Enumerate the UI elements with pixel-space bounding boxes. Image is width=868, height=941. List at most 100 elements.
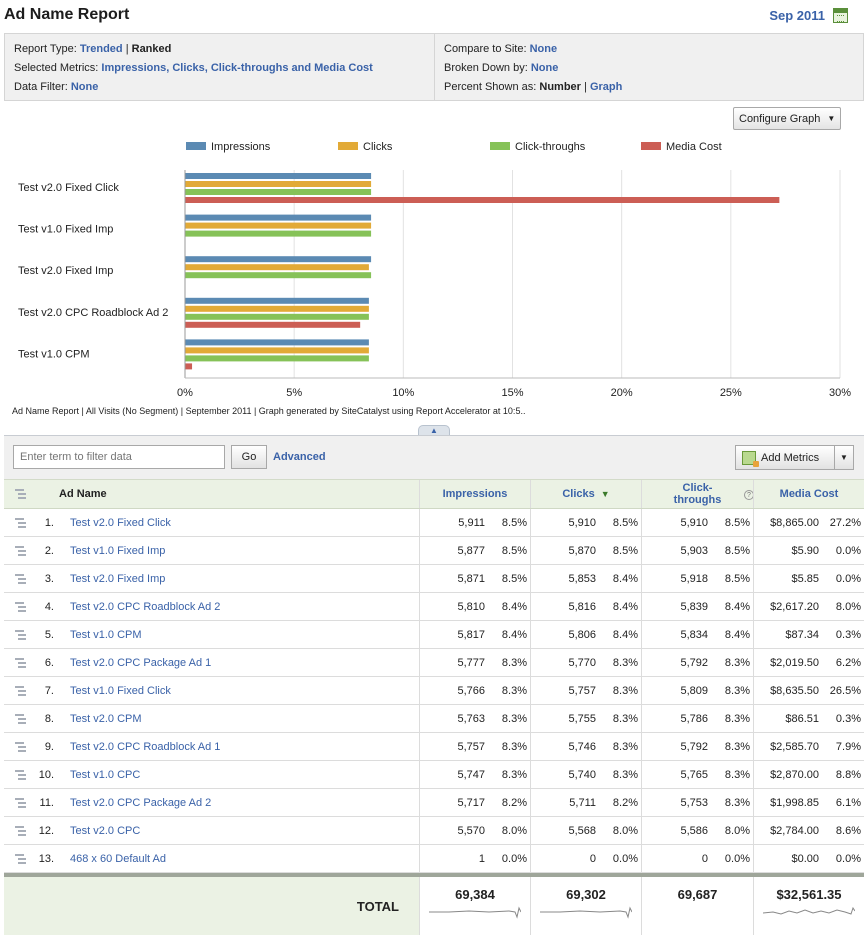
chevron-down-icon: ▼ bbox=[827, 114, 836, 123]
tree-breakdown-icon[interactable] bbox=[15, 770, 26, 780]
col-header-ad-name[interactable]: Ad Name bbox=[59, 480, 107, 508]
tree-breakdown-icon[interactable] bbox=[15, 546, 26, 556]
percent-shown-graph-link[interactable]: Graph bbox=[590, 81, 622, 93]
cell-ct: 5,792 bbox=[641, 733, 712, 760]
col-header-click-throughs-line1: Click- bbox=[682, 482, 713, 494]
table-row: 13. 468 x 60 Default Ad 1 0.0% 0 0.0% 0 0.0% $0.… bbox=[4, 845, 864, 873]
bar bbox=[185, 272, 372, 279]
bar bbox=[185, 297, 369, 304]
bar bbox=[185, 222, 372, 229]
total-impressions-value: 69,384 bbox=[455, 887, 495, 902]
table-total-row: TOTAL 69,384 69,302 69,687 $32,561.35 bbox=[4, 873, 864, 935]
filter-input[interactable] bbox=[13, 445, 225, 469]
configure-graph-button[interactable]: Configure Graph ▼ bbox=[733, 107, 841, 130]
row-ad-name: Test v2.0 CPC Roadblock Ad 2 bbox=[70, 593, 220, 620]
col-header-clicks-label: Clicks bbox=[562, 488, 595, 500]
tree-breakdown-icon[interactable] bbox=[15, 518, 26, 528]
cell-clk-pct: 8.4% bbox=[612, 628, 638, 641]
add-metrics-button[interactable]: Add Metrics ▼ bbox=[735, 445, 854, 470]
compare-site-link[interactable]: None bbox=[530, 43, 558, 55]
tree-breakdown-icon[interactable] bbox=[15, 714, 26, 724]
selected-metrics-label: Selected Metrics: bbox=[14, 62, 102, 74]
broken-down-line: Broken Down by: None bbox=[444, 59, 863, 78]
bar bbox=[185, 264, 369, 271]
tree-breakdown-icon[interactable] bbox=[15, 826, 26, 836]
ad-name-link[interactable]: Test v1.0 CPM bbox=[70, 629, 142, 641]
add-metrics-main[interactable]: Add Metrics bbox=[736, 446, 835, 469]
table-header-row: Ad Name Impressions Clicks ▼ Click- throu… bbox=[4, 479, 864, 509]
ad-name-link[interactable]: Test v2.0 CPM bbox=[70, 713, 142, 725]
cell-clk-pct: 8.3% bbox=[612, 656, 638, 669]
col-header-impressions[interactable]: Impressions bbox=[419, 480, 530, 508]
ad-name-link[interactable]: Test v1.0 Fixed Click bbox=[70, 685, 171, 697]
ad-name-link[interactable]: Test v1.0 CPC bbox=[70, 769, 140, 781]
tree-breakdown-icon[interactable] bbox=[15, 798, 26, 808]
total-clicks: 69,302 bbox=[530, 877, 641, 935]
row-rank: 11. bbox=[39, 796, 54, 809]
row-ad-name: Test v2.0 CPC Package Ad 2 bbox=[70, 789, 211, 816]
cell-ct: 5,786 bbox=[641, 705, 712, 732]
bar bbox=[185, 197, 780, 203]
ad-name-link[interactable]: Test v2.0 CPC Roadblock Ad 2 bbox=[70, 601, 220, 613]
date-range-link[interactable]: Sep 2011 bbox=[769, 8, 825, 23]
table-row: 7. Test v1.0 Fixed Click 5,766 8.3% 5,757 8.3… bbox=[4, 677, 864, 705]
broken-down-link[interactable]: None bbox=[531, 62, 559, 74]
tree-breakdown-icon[interactable] bbox=[15, 602, 26, 612]
col-header-click-throughs[interactable]: Click- throughs bbox=[641, 480, 753, 508]
cell-imp: 5,817 bbox=[419, 621, 489, 648]
selected-metrics-link[interactable]: Impressions, Clicks, Click-throughs and … bbox=[101, 62, 372, 74]
col-header-media-cost[interactable]: Media Cost bbox=[753, 480, 864, 508]
ad-name-link[interactable]: 468 x 60 Default Ad bbox=[70, 853, 166, 865]
ad-name-link[interactable]: Test v2.0 CPC Roadblock Ad 1 bbox=[70, 741, 220, 753]
cell-ct: 5,586 bbox=[641, 817, 712, 844]
table-row: 1. Test v2.0 Fixed Click 5,911 8.5% 5,910 8.5… bbox=[4, 509, 864, 537]
ad-name-link[interactable]: Test v2.0 Fixed Imp bbox=[70, 573, 165, 585]
cell-imp: 5,763 bbox=[419, 705, 489, 732]
cell-clk-pct: 8.5% bbox=[612, 544, 638, 557]
ad-name-link[interactable]: Test v2.0 CPC Package Ad 1 bbox=[70, 657, 211, 669]
bar bbox=[185, 313, 369, 320]
cell-clk: 5,910 bbox=[530, 509, 600, 536]
ad-name-link[interactable]: Test v1.0 Fixed Imp bbox=[70, 545, 165, 557]
x-tick-label: 20% bbox=[611, 387, 633, 399]
calendar-icon[interactable] bbox=[833, 8, 848, 23]
col-header-clicks[interactable]: Clicks ▼ bbox=[530, 480, 641, 508]
collapse-graph-tab[interactable]: ▲ bbox=[418, 425, 450, 435]
data-filter-link[interactable]: None bbox=[71, 81, 99, 93]
go-button[interactable]: Go bbox=[231, 445, 267, 469]
date-selector[interactable]: Sep 2011 bbox=[769, 8, 848, 23]
row-rank: 12. bbox=[38, 824, 54, 837]
tree-breakdown-icon[interactable] bbox=[15, 630, 26, 640]
add-metrics-dropdown[interactable]: ▼ bbox=[835, 446, 853, 469]
cell-imp: 5,570 bbox=[419, 817, 489, 844]
ad-name-link[interactable]: Test v2.0 Fixed Click bbox=[70, 517, 171, 529]
report-type-trended-link[interactable]: Trended bbox=[80, 43, 123, 55]
row-ad-name: Test v1.0 CPC bbox=[70, 761, 140, 788]
cell-clk-pct: 8.4% bbox=[612, 572, 638, 585]
add-metrics-label: Add Metrics bbox=[761, 451, 820, 464]
tree-expand-icon[interactable] bbox=[15, 489, 26, 499]
row-ad-name: Test v2.0 CPC Roadblock Ad 1 bbox=[70, 733, 220, 760]
configure-graph-label: Configure Graph bbox=[739, 112, 821, 125]
cell-clk-pct: 8.5% bbox=[612, 516, 638, 529]
chart-x-ticks: 0% 5% 10% 15% 20% 25% 30% bbox=[177, 387, 851, 399]
cell-ct-pct: 8.0% bbox=[724, 824, 750, 837]
table-row: 11. Test v2.0 CPC Package Ad 2 5,717 8.2% 5,… bbox=[4, 789, 864, 817]
tree-breakdown-icon[interactable] bbox=[15, 854, 26, 864]
ad-name-link[interactable]: Test v2.0 CPC Package Ad 2 bbox=[70, 797, 211, 809]
table-row: 9. Test v2.0 CPC Roadblock Ad 1 5,757 8.3% 5… bbox=[4, 733, 864, 761]
col-header-media-cost-label: Media Cost bbox=[779, 488, 839, 500]
tree-breakdown-icon[interactable] bbox=[15, 574, 26, 584]
advanced-filter-link[interactable]: Advanced bbox=[273, 451, 326, 463]
cell-ct-pct: 8.5% bbox=[724, 572, 750, 585]
sparkline-media-cost bbox=[763, 906, 855, 915]
tree-breakdown-icon[interactable] bbox=[15, 658, 26, 668]
tree-breakdown-icon[interactable] bbox=[15, 686, 26, 696]
row-ad-name: Test v2.0 CPC bbox=[70, 817, 140, 844]
cell-cost-pct: 6.2% bbox=[835, 656, 861, 669]
cell-imp-pct: 8.2% bbox=[501, 796, 527, 809]
chevron-up-icon: ▲ bbox=[430, 426, 438, 435]
cell-cost: $2,870.00 bbox=[753, 761, 823, 788]
tree-breakdown-icon[interactable] bbox=[15, 742, 26, 752]
ad-name-link[interactable]: Test v2.0 CPC bbox=[70, 825, 140, 837]
